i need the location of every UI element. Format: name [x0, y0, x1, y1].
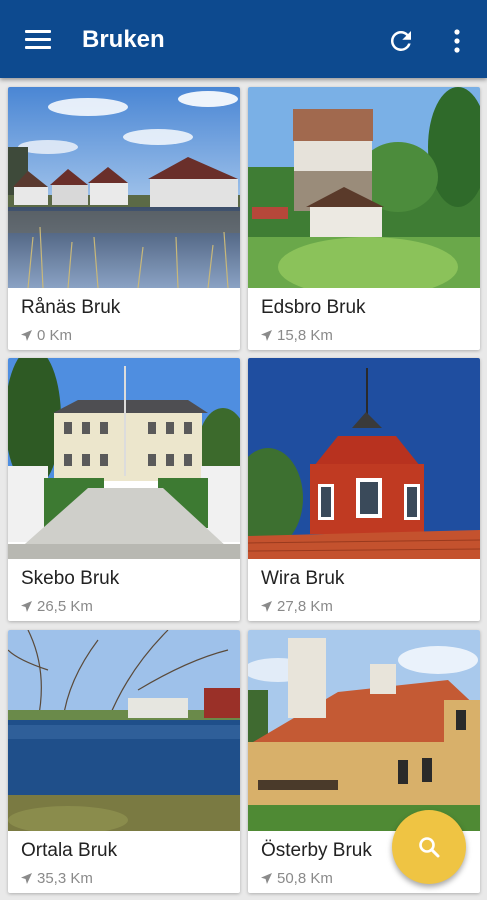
card-distance: 15,8 Km — [261, 327, 333, 344]
menu-icon[interactable] — [22, 26, 54, 54]
card-distance: 35,3 Km — [21, 870, 93, 887]
app-bar: Bruken — [0, 0, 487, 78]
card-distance: 0 Km — [21, 327, 72, 344]
page-title: Bruken — [82, 26, 165, 53]
bruk-card-wira[interactable]: Wira Bruk 27,8 Km — [248, 358, 480, 621]
search-fab[interactable] — [392, 810, 466, 884]
card-distance: 26,5 Km — [21, 598, 93, 615]
navigation-arrow-icon — [21, 601, 32, 612]
card-title: Skebo Bruk — [21, 568, 120, 589]
navigation-arrow-icon — [261, 330, 272, 341]
navigation-arrow-icon — [261, 873, 272, 884]
card-photo — [248, 630, 480, 831]
card-distance: 27,8 Km — [261, 598, 333, 615]
bruk-card-ranas[interactable]: Rånäs Bruk 0 Km — [8, 87, 240, 350]
card-distance: 50,8 Km — [261, 870, 333, 887]
card-title: Ortala Bruk — [21, 840, 118, 861]
card-photo — [8, 630, 240, 831]
more-vert-icon[interactable] — [444, 26, 470, 56]
bruk-card-skebo[interactable]: Skebo Bruk 26,5 Km — [8, 358, 240, 621]
card-title: Österby Bruk — [261, 840, 372, 861]
navigation-arrow-icon — [21, 330, 32, 341]
navigation-arrow-icon — [21, 873, 32, 884]
bruk-card-edsbro[interactable]: Edsbro Bruk 15,8 Km — [248, 87, 480, 350]
card-photo — [248, 358, 480, 559]
card-title: Rånäs Bruk — [21, 297, 121, 318]
card-photo — [248, 87, 480, 288]
refresh-icon[interactable] — [386, 26, 416, 56]
search-icon — [419, 837, 440, 858]
card-photo — [8, 87, 240, 288]
navigation-arrow-icon — [261, 601, 272, 612]
card-title: Edsbro Bruk — [261, 297, 366, 318]
card-title: Wira Bruk — [261, 568, 345, 589]
card-photo — [8, 358, 240, 559]
bruk-card-ortala[interactable]: Ortala Bruk 35,3 Km — [8, 630, 240, 893]
